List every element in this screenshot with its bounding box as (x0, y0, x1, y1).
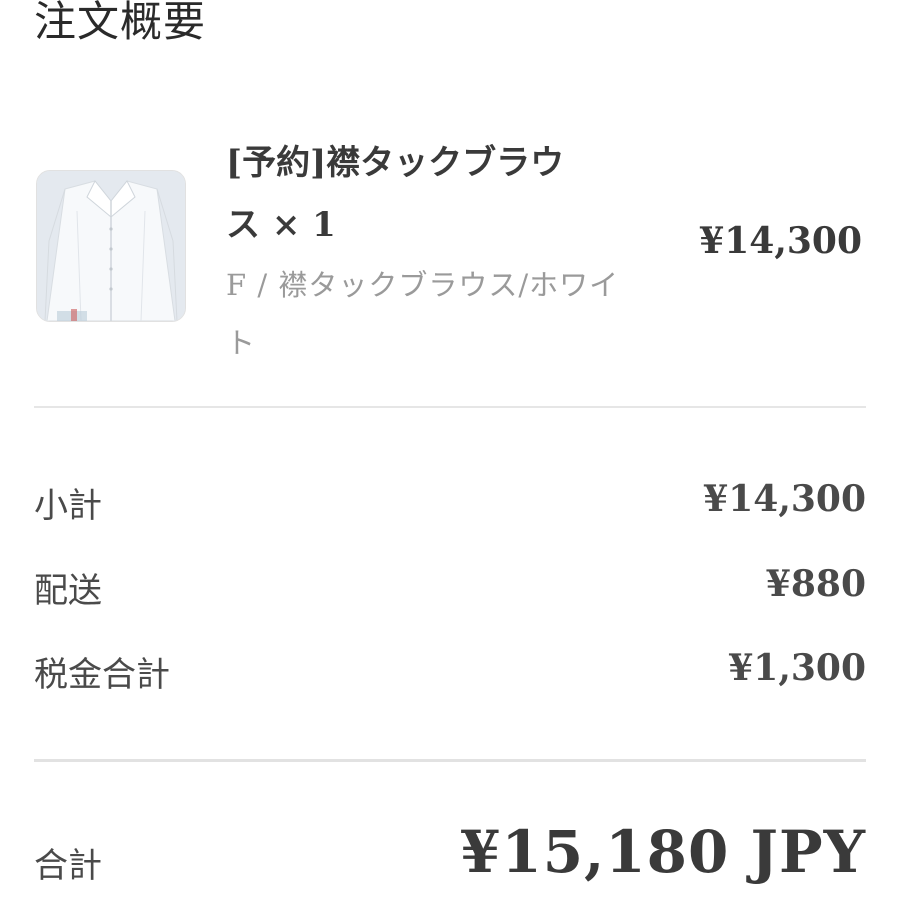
tax-label: 税金合計 (34, 655, 170, 695)
shipping-value: ¥880 (765, 563, 866, 605)
product-variant-line1: F / 襟タックブラウス/ホワイ (226, 268, 620, 302)
tax-row: 税金合計 ¥1,300 (34, 647, 866, 707)
subtotal-row: 小計 ¥14,300 (34, 478, 866, 538)
product-price: ¥14,300 (699, 220, 862, 262)
order-summary-title: 注文概要 (34, 0, 207, 46)
product-name-line2: ス × 1 (226, 205, 336, 245)
subtotal-value: ¥14,300 (703, 478, 866, 520)
shipping-row: 配送 ¥880 (34, 563, 866, 623)
product-variant-line2: ト (226, 326, 257, 360)
divider (34, 406, 866, 408)
order-summary-page: 注文概要 [予約]襟タックブラウ ス × 1 F / 襟タックブラウス/ホワイ … (0, 0, 900, 900)
blouse-image-icon (37, 171, 185, 321)
product-name-line1[interactable]: [予約]襟タックブラウ (226, 132, 666, 194)
total-label: 合計 (34, 846, 102, 886)
product-line-item: [予約]襟タックブラウ ス × 1 F / 襟タックブラウス/ホワイ ト ¥14… (0, 120, 900, 380)
product-thumbnail[interactable] (36, 170, 186, 322)
total-row: 合計 ¥15,180 JPY (34, 818, 866, 900)
subtotal-label: 小計 (34, 486, 102, 526)
divider (34, 759, 866, 762)
tax-value: ¥1,300 (728, 647, 866, 689)
total-value: ¥15,180 JPY (460, 818, 866, 886)
shipping-label: 配送 (34, 571, 102, 611)
product-info: [予約]襟タックブラウ ス × 1 F / 襟タックブラウス/ホワイ ト (226, 132, 666, 372)
